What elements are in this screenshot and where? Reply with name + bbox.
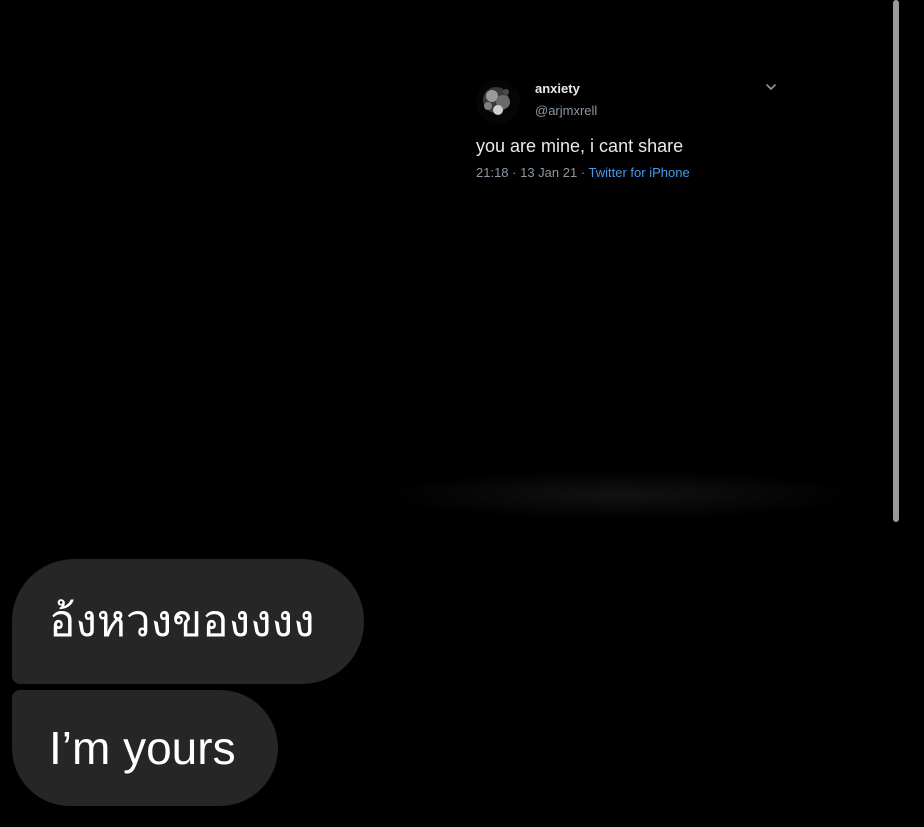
tweet-source-link[interactable]: Twitter for iPhone: [589, 165, 690, 180]
avatar-image: [476, 80, 520, 124]
overlay-shadow: [380, 470, 860, 520]
tweet-meta: 21:18 · 13 Jan 21 · Twitter for iPhone: [476, 165, 690, 180]
message-bubble[interactable]: อ้งหวงของงงง: [12, 559, 364, 684]
chevron-down-icon[interactable]: [764, 80, 778, 94]
scrollbar[interactable]: [893, 0, 899, 522]
tweet-avatar[interactable]: [476, 80, 520, 124]
story-screen: anxiety @arjmxrell you are mine, i cant …: [0, 0, 924, 827]
tweet-author-handle[interactable]: @arjmxrell: [535, 103, 597, 118]
tweet-text: you are mine, i cant share: [476, 136, 684, 156]
tweet-timestamp: 21:18 · 13 Jan 21 ·: [476, 165, 589, 180]
tweet-author-name[interactable]: anxiety: [535, 81, 580, 96]
message-bubble[interactable]: I’m yours: [12, 690, 278, 806]
